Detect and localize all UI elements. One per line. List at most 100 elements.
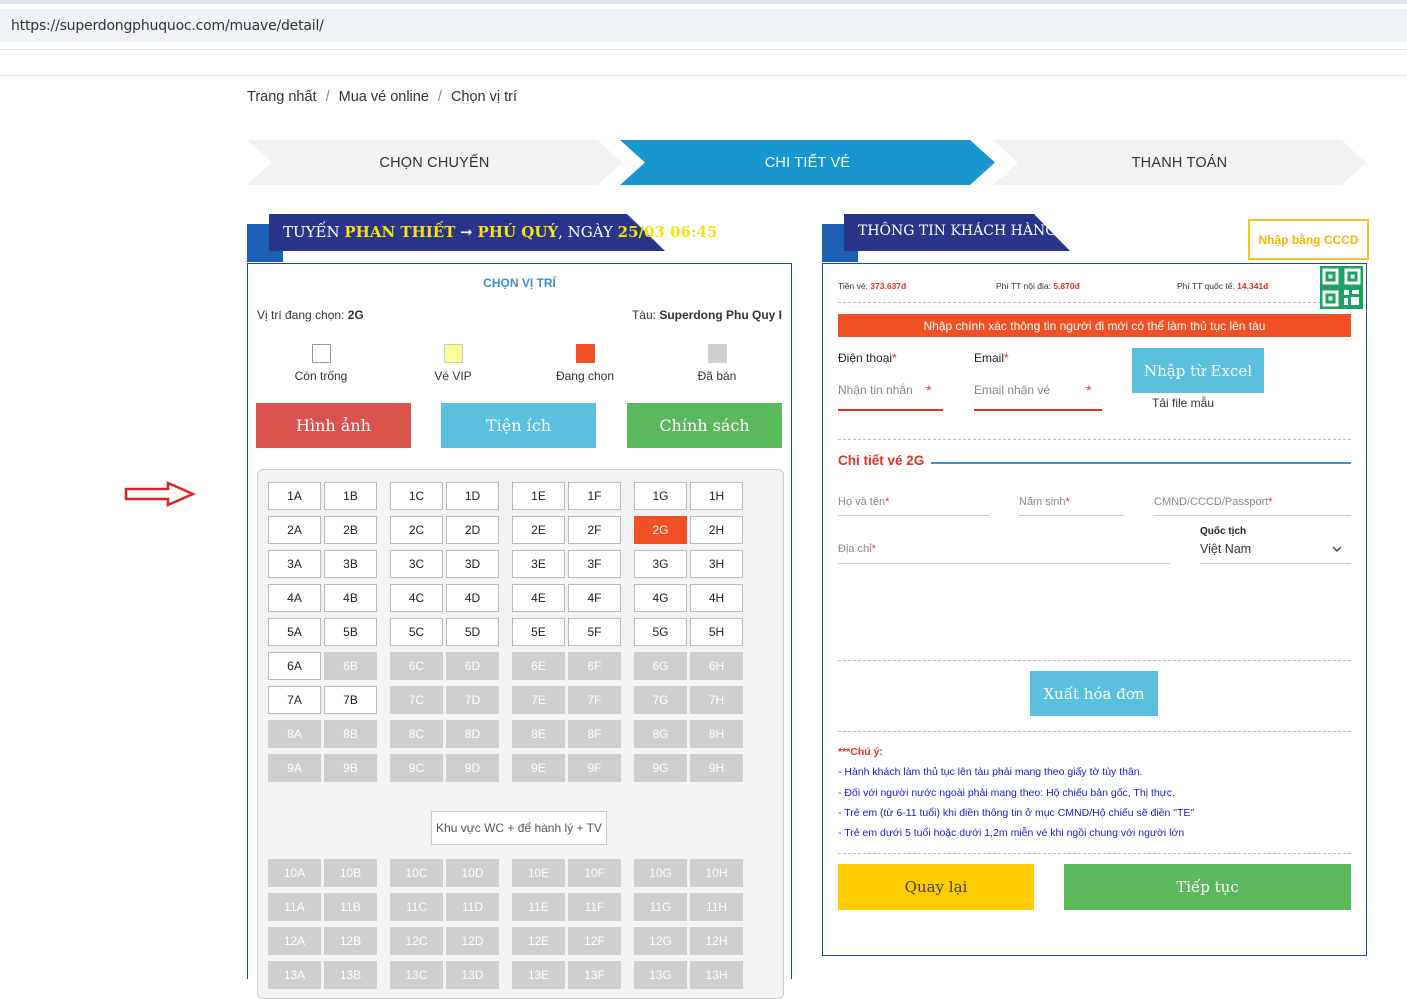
seat-3F[interactable]: 3F — [568, 550, 621, 578]
url-text[interactable]: https://superdongphuquoc.com/muave/detai… — [11, 18, 324, 34]
seat-8C[interactable]: 8C — [390, 720, 443, 748]
seat-6G[interactable]: 6G — [634, 652, 687, 680]
seat-8H[interactable]: 8H — [690, 720, 743, 748]
seat-1C[interactable]: 1C — [390, 482, 443, 510]
seat-7H[interactable]: 7H — [690, 686, 743, 714]
seat-7B[interactable]: 7B — [324, 686, 377, 714]
seat-9H[interactable]: 9H — [690, 754, 743, 782]
nationality-select[interactable]: Việt Nam — [1200, 542, 1251, 556]
seat-10D[interactable]: 10D — [446, 859, 499, 887]
seat-1E[interactable]: 1E — [512, 482, 565, 510]
seat-10A[interactable]: 10A — [268, 859, 321, 887]
seat-2F[interactable]: 2F — [568, 516, 621, 544]
seat-6D[interactable]: 6D — [446, 652, 499, 680]
seat-5F[interactable]: 5F — [568, 618, 621, 646]
seat-10G[interactable]: 10G — [634, 859, 687, 887]
seat-3H[interactable]: 3H — [690, 550, 743, 578]
seat-11G[interactable]: 11G — [634, 893, 687, 921]
seat-2D[interactable]: 2D — [446, 516, 499, 544]
download-template-link[interactable]: Tải file mẫu — [1152, 396, 1214, 410]
seat-3E[interactable]: 3E — [512, 550, 565, 578]
seat-12C[interactable]: 12C — [390, 927, 443, 955]
seat-9B[interactable]: 9B — [324, 754, 377, 782]
seat-4G[interactable]: 4G — [634, 584, 687, 612]
seat-13A[interactable]: 13A — [268, 961, 321, 989]
seat-12E[interactable]: 12E — [512, 927, 565, 955]
seat-5D[interactable]: 5D — [446, 618, 499, 646]
seat-4E[interactable]: 4E — [512, 584, 565, 612]
cccd-button[interactable]: Nhập bằng CCCD — [1248, 219, 1369, 260]
seat-10F[interactable]: 10F — [568, 859, 621, 887]
birthyear-input[interactable]: Năm sinh* — [1019, 496, 1070, 508]
seat-1H[interactable]: 1H — [690, 482, 743, 510]
seat-8A[interactable]: 8A — [268, 720, 321, 748]
seat-10B[interactable]: 10B — [324, 859, 377, 887]
seat-6H[interactable]: 6H — [690, 652, 743, 680]
id-input[interactable]: CMND/CCCD/Passport* — [1154, 496, 1273, 508]
seat-1F[interactable]: 1F — [568, 482, 621, 510]
images-button[interactable]: Hình ảnh — [256, 403, 411, 448]
seat-3D[interactable]: 3D — [446, 550, 499, 578]
breadcrumb-home[interactable]: Trang nhất — [247, 89, 317, 105]
seat-9D[interactable]: 9D — [446, 754, 499, 782]
seat-11D[interactable]: 11D — [446, 893, 499, 921]
seat-1D[interactable]: 1D — [446, 482, 499, 510]
seat-7C[interactable]: 7C — [390, 686, 443, 714]
seat-3G[interactable]: 3G — [634, 550, 687, 578]
seat-5H[interactable]: 5H — [690, 618, 743, 646]
seat-2G[interactable]: 2G — [634, 516, 687, 544]
import-excel-button[interactable]: Nhập từ Excel — [1132, 348, 1264, 393]
seat-6E[interactable]: 6E — [512, 652, 565, 680]
seat-4H[interactable]: 4H — [690, 584, 743, 612]
seat-2E[interactable]: 2E — [512, 516, 565, 544]
seat-8D[interactable]: 8D — [446, 720, 499, 748]
email-input[interactable]: Email nhận vé — [974, 383, 1050, 397]
qr-code-icon[interactable] — [1320, 266, 1363, 309]
seat-12F[interactable]: 12F — [568, 927, 621, 955]
seat-13B[interactable]: 13B — [324, 961, 377, 989]
seat-13E[interactable]: 13E — [512, 961, 565, 989]
seat-7D[interactable]: 7D — [446, 686, 499, 714]
seat-1B[interactable]: 1B — [324, 482, 377, 510]
seat-11F[interactable]: 11F — [568, 893, 621, 921]
seat-8F[interactable]: 8F — [568, 720, 621, 748]
seat-13G[interactable]: 13G — [634, 961, 687, 989]
seat-3A[interactable]: 3A — [268, 550, 321, 578]
seat-11B[interactable]: 11B — [324, 893, 377, 921]
policy-button[interactable]: Chính sách — [627, 403, 782, 448]
seat-8G[interactable]: 8G — [634, 720, 687, 748]
seat-5E[interactable]: 5E — [512, 618, 565, 646]
seat-10E[interactable]: 10E — [512, 859, 565, 887]
seat-8E[interactable]: 8E — [512, 720, 565, 748]
amenities-button[interactable]: Tiện ích — [441, 403, 596, 448]
seat-12H[interactable]: 12H — [690, 927, 743, 955]
seat-9G[interactable]: 9G — [634, 754, 687, 782]
seat-7E[interactable]: 7E — [512, 686, 565, 714]
seat-9C[interactable]: 9C — [390, 754, 443, 782]
seat-3B[interactable]: 3B — [324, 550, 377, 578]
chevron-down-icon[interactable] — [1332, 546, 1342, 553]
seat-6B[interactable]: 6B — [324, 652, 377, 680]
seat-4B[interactable]: 4B — [324, 584, 377, 612]
seat-4C[interactable]: 4C — [390, 584, 443, 612]
seat-4A[interactable]: 4A — [268, 584, 321, 612]
seat-12G[interactable]: 12G — [634, 927, 687, 955]
seat-9A[interactable]: 9A — [268, 754, 321, 782]
invoice-button[interactable]: Xuất hóa đơn — [1030, 671, 1158, 716]
address-input[interactable]: Địa chỉ* — [838, 543, 876, 555]
seat-10H[interactable]: 10H — [690, 859, 743, 887]
seat-11C[interactable]: 11C — [390, 893, 443, 921]
seat-13D[interactable]: 13D — [446, 961, 499, 989]
seat-2A[interactable]: 2A — [268, 516, 321, 544]
seat-3C[interactable]: 3C — [390, 550, 443, 578]
seat-7A[interactable]: 7A — [268, 686, 321, 714]
seat-11A[interactable]: 11A — [268, 893, 321, 921]
seat-6C[interactable]: 6C — [390, 652, 443, 680]
seat-6F[interactable]: 6F — [568, 652, 621, 680]
phone-input[interactable]: Nhận tin nhắn — [838, 383, 913, 397]
seat-4F[interactable]: 4F — [568, 584, 621, 612]
seat-9E[interactable]: 9E — [512, 754, 565, 782]
seat-1A[interactable]: 1A — [268, 482, 321, 510]
seat-13F[interactable]: 13F — [568, 961, 621, 989]
seat-4D[interactable]: 4D — [446, 584, 499, 612]
